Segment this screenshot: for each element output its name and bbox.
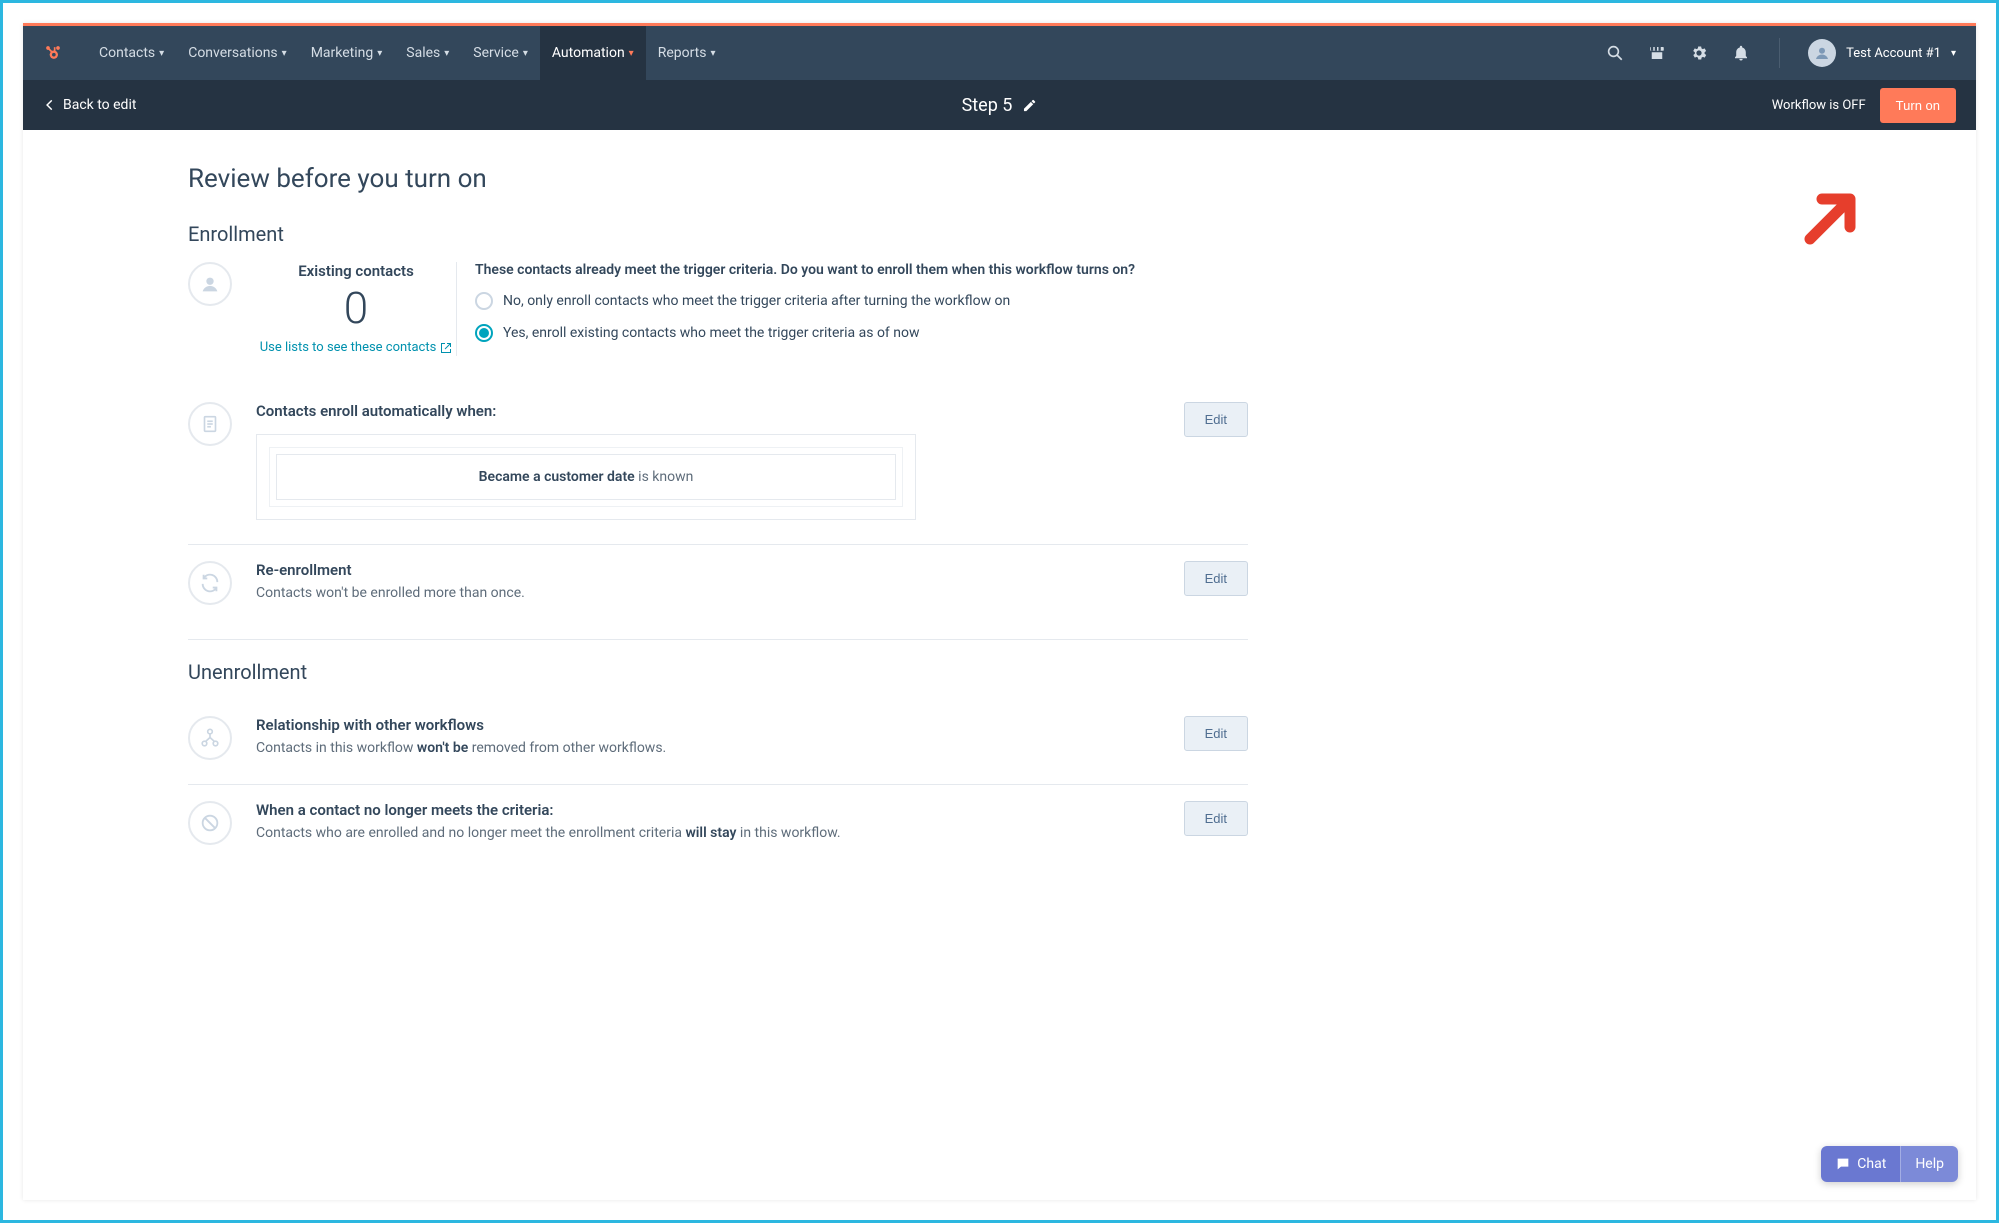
edit-trigger-button[interactable]: Edit	[1184, 402, 1248, 437]
notifications-bell-icon[interactable]	[1731, 43, 1751, 63]
page-heading: Review before you turn on	[188, 164, 1248, 194]
nav-right-icons: Test Account #1 ▾	[1605, 38, 1956, 68]
reenrollment-row: Re-enrollment Contacts won't be enrolled…	[188, 544, 1248, 629]
nav-divider	[1779, 38, 1780, 68]
nav-label: Conversations	[188, 45, 277, 61]
workflow-tree-icon	[188, 716, 232, 760]
account-name: Test Account #1	[1846, 46, 1941, 61]
edit-pencil-icon[interactable]	[1022, 98, 1037, 113]
trigger-title: Contacts enroll automatically when:	[256, 402, 1184, 420]
search-icon[interactable]	[1605, 43, 1625, 63]
workflow-title: Step 5	[962, 95, 1038, 116]
top-nav: Contacts▾ Conversations▾ Marketing▾ Sale…	[23, 26, 1976, 80]
hubspot-logo-icon[interactable]	[43, 43, 63, 63]
radio-checked-icon	[475, 324, 493, 342]
nav-conversations[interactable]: Conversations ▾	[176, 26, 299, 80]
chevron-down-icon: ▾	[444, 48, 449, 59]
no-longer-meets-row: When a contact no longer meets the crite…	[188, 784, 1248, 869]
chevron-down-icon: ▾	[159, 48, 164, 59]
workflow-title-text: Step 5	[962, 95, 1013, 116]
account-menu[interactable]: Test Account #1 ▾	[1808, 39, 1956, 67]
nav-label: Sales	[406, 45, 440, 61]
main-content: Review before you turn on Enrollment Exi…	[188, 130, 1248, 869]
enrollment-prompt: These contacts already meet the trigger …	[475, 262, 1248, 278]
enrollment-heading: Enrollment	[188, 222, 1248, 246]
chat-button[interactable]: Chat	[1821, 1146, 1900, 1182]
settings-gear-icon[interactable]	[1689, 43, 1709, 63]
reenrollment-desc: Contacts won't be enrolled more than onc…	[256, 585, 1184, 601]
nav-reports[interactable]: Reports ▾	[646, 26, 728, 80]
chevron-down-icon: ▾	[1951, 48, 1956, 59]
chevron-down-icon: ▾	[629, 48, 634, 59]
nav-label: Contacts	[99, 45, 155, 61]
trigger-criteria-box: Became a customer date is known	[256, 434, 916, 520]
chevron-down-icon: ▾	[282, 48, 287, 59]
back-to-edit-link[interactable]: Back to edit	[43, 97, 136, 113]
forbidden-icon	[188, 801, 232, 845]
use-lists-link-text: Use lists to see these contacts	[260, 340, 437, 355]
chevron-down-icon: ▾	[377, 48, 382, 59]
scroll-icon	[188, 402, 232, 446]
nav-service[interactable]: Service ▾	[461, 26, 540, 80]
relationship-row: Relationship with other workflows Contac…	[188, 700, 1248, 784]
turn-on-button[interactable]: Turn on	[1880, 88, 1956, 123]
chevron-left-icon	[43, 98, 57, 112]
relationship-desc: Contacts in this workflow won't be remov…	[256, 740, 1184, 756]
enroll-option-no-label: No, only enroll contacts who meet the tr…	[503, 293, 1010, 309]
radio-icon	[475, 292, 493, 310]
trigger-criteria-bold: Became a customer date	[479, 469, 635, 485]
nav-marketing[interactable]: Marketing▾	[299, 26, 395, 80]
existing-contacts-count: 0	[344, 286, 368, 330]
edit-relationship-button[interactable]: Edit	[1184, 716, 1248, 751]
contact-icon	[188, 262, 232, 306]
edit-reenrollment-button[interactable]: Edit	[1184, 561, 1248, 596]
nav-automation[interactable]: Automation ▾	[540, 26, 646, 80]
chat-label: Chat	[1857, 1156, 1886, 1172]
nav-contacts[interactable]: Contacts ▾	[87, 26, 176, 80]
relationship-title: Relationship with other workflows	[256, 716, 1184, 734]
no-longer-meets-title: When a contact no longer meets the crite…	[256, 801, 1184, 819]
avatar-icon	[1808, 39, 1836, 67]
refresh-icon	[188, 561, 232, 605]
external-link-icon	[440, 342, 452, 354]
nav-items: Contacts▾ Conversations▾ Marketing▾ Sale…	[87, 26, 728, 80]
annotation-arrow-icon	[1796, 183, 1866, 253]
marketplace-icon[interactable]	[1647, 43, 1667, 63]
existing-contacts-label: Existing contacts	[298, 262, 414, 280]
use-lists-link[interactable]: Use lists to see these contacts	[260, 340, 453, 355]
nav-label: Automation	[552, 45, 625, 61]
chevron-down-icon: ▾	[711, 48, 716, 59]
enroll-option-no[interactable]: No, only enroll contacts who meet the tr…	[475, 292, 1248, 310]
chat-widget: Chat Help	[1821, 1146, 1958, 1182]
enroll-option-yes[interactable]: Yes, enroll existing contacts who meet t…	[475, 324, 1248, 342]
no-longer-meets-desc: Contacts who are enrolled and no longer …	[256, 825, 1184, 841]
nav-sales[interactable]: Sales ▾	[394, 26, 461, 80]
help-button[interactable]: Help	[1900, 1146, 1958, 1182]
existing-contacts-row: Existing contacts 0 Use lists to see the…	[188, 262, 1248, 386]
edit-no-longer-meets-button[interactable]: Edit	[1184, 801, 1248, 836]
nav-label: Marketing	[311, 45, 374, 61]
unenrollment-heading: Unenrollment	[188, 660, 1248, 684]
reenrollment-title: Re-enrollment	[256, 561, 1184, 579]
trigger-criteria-rest: is known	[635, 469, 694, 485]
back-label: Back to edit	[63, 97, 136, 113]
enroll-option-yes-label: Yes, enroll existing contacts who meet t…	[503, 325, 920, 341]
nav-label: Service	[473, 45, 519, 61]
chevron-down-icon: ▾	[523, 48, 528, 59]
nav-label: Reports	[658, 45, 707, 61]
workflow-status-text: Workflow is OFF	[1772, 98, 1866, 113]
chat-bubble-icon	[1835, 1156, 1851, 1172]
enrollment-trigger-row: Contacts enroll automatically when: Beca…	[188, 386, 1248, 544]
sub-nav: Back to edit Step 5 Workflow is OFF Turn…	[23, 80, 1976, 130]
